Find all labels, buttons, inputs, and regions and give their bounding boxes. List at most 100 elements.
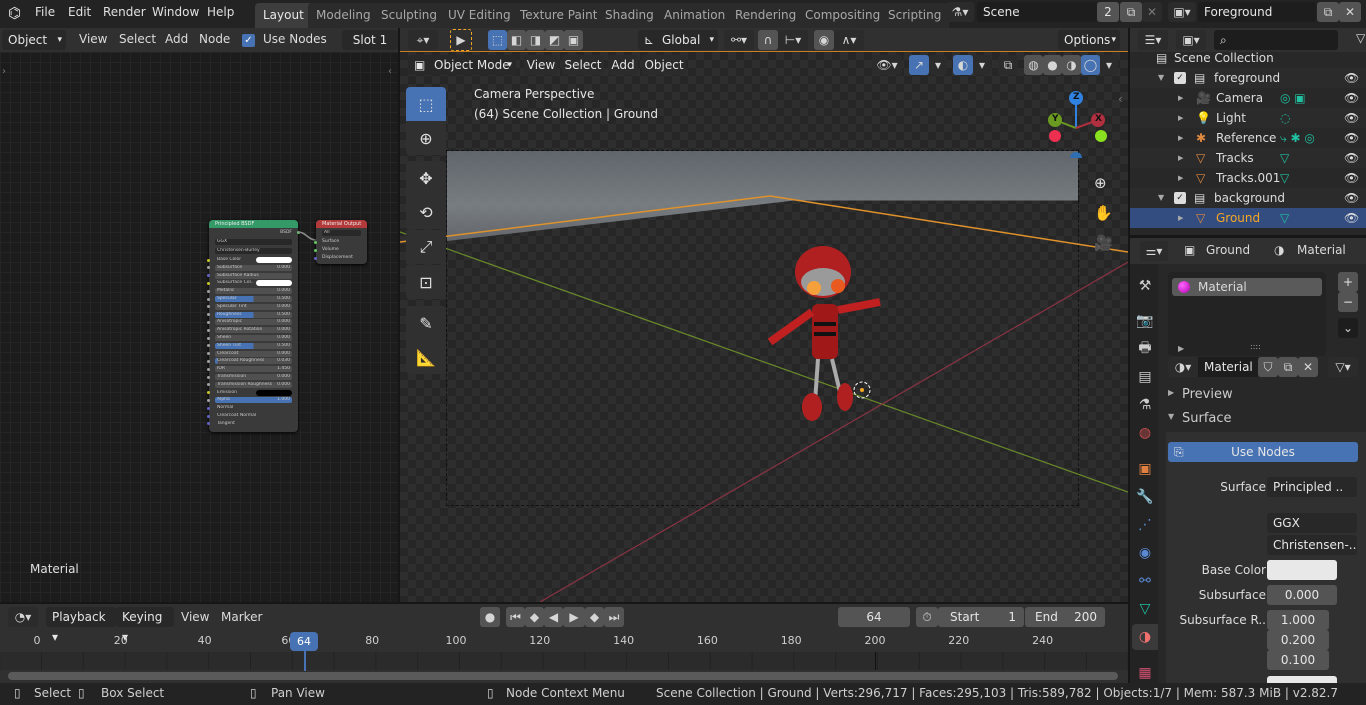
material-slot-list[interactable]: Material ▶ :::: — [1168, 272, 1326, 356]
tool-annotate[interactable]: ✎ — [406, 306, 446, 340]
blender-logo-icon[interactable]: ⌬ — [8, 4, 21, 22]
start-frame-field[interactable]: Start 1 — [938, 607, 1024, 627]
expand-triangle-icon[interactable]: ▶ — [1178, 88, 1183, 108]
node-input-row[interactable]: Anisotropic Rotation 0.000 — [215, 327, 292, 334]
object-data-icon[interactable]: ◎ ▣ — [1280, 88, 1306, 108]
tab-particles-icon[interactable]: ⋰ — [1132, 512, 1158, 538]
node-input-row[interactable]: Roughness 0.500 — [215, 311, 292, 318]
base-color-swatch[interactable] — [1267, 560, 1337, 580]
input-socket[interactable] — [207, 289, 210, 293]
display-mode-icon[interactable]: ☰▾ — [1138, 30, 1168, 50]
playhead-frame-indicator[interactable]: 64 — [290, 632, 318, 651]
eye-visibility-icon[interactable]: 👁 — [1344, 168, 1359, 188]
proportional-falloff-icon[interactable]: ∧▾ — [834, 30, 864, 50]
object-data-icon[interactable]: ▽ — [1280, 208, 1289, 228]
camera-view-icon[interactable]: 🎥 — [1094, 234, 1113, 252]
view-layer-field[interactable]: Foreground — [1198, 2, 1316, 22]
tab-rendering[interactable]: Rendering — [727, 3, 805, 28]
node-menu-add[interactable]: Add — [165, 32, 188, 46]
record-button-icon[interactable]: ● — [480, 607, 500, 627]
xray-toggle-icon[interactable]: ⧉ — [998, 55, 1018, 75]
next-keyframe-icon[interactable]: ◆ — [585, 607, 604, 627]
input-socket[interactable] — [207, 352, 210, 356]
menu-window[interactable]: Window — [152, 5, 199, 19]
scene-selector-icon[interactable]: ⚗▾ — [946, 2, 974, 22]
editor-type-icon[interactable]: ⚌▾ — [1140, 241, 1168, 261]
select-mode-invert-icon[interactable]: ◩ — [545, 30, 564, 50]
duplicate-view-layer-icon[interactable]: ⧉ — [1317, 2, 1339, 22]
filter-icon[interactable]: ▽ — [1356, 31, 1365, 45]
outliner-item-light[interactable]: ▶ 💡 Light ◌ 👁 — [1130, 108, 1366, 128]
node-input-row[interactable]: Specular 0.500 — [215, 296, 292, 302]
node-input-row[interactable]: Subsurface 0.000 — [215, 264, 292, 271]
object-data-icon[interactable]: ▽ — [1280, 168, 1289, 188]
tab-modeling[interactable]: Modeling — [308, 3, 379, 28]
sidebar-expand-icon[interactable]: ‹ — [1118, 92, 1123, 106]
tool-move[interactable]: ✥ — [406, 161, 446, 195]
duplicate-material-icon[interactable]: ⧉ — [1278, 357, 1298, 377]
surface-socket[interactable] — [314, 241, 317, 244]
eye-visibility-icon[interactable]: 👁 — [1344, 68, 1359, 88]
scene-name-field[interactable]: Scene — [977, 2, 1097, 22]
menu-file[interactable]: File — [35, 5, 55, 19]
node-menu-node[interactable]: Node — [199, 32, 230, 46]
input-socket[interactable] — [207, 281, 210, 285]
tab-constraints-icon[interactable]: ⚯ — [1132, 568, 1158, 594]
subsurface-method-dropdown[interactable]: Christensen-Burley — [215, 248, 292, 254]
outliner-item-reference[interactable]: ▶ ✱ Reference ⤷ ✱ ◎ 👁 — [1130, 128, 1366, 148]
node-input-row[interactable]: Sheen Tint 0.500 — [215, 342, 292, 349]
select-mode-new-icon[interactable]: ⬚ — [488, 30, 507, 50]
snap-target-icon[interactable]: ⊢▾ — [778, 30, 808, 50]
expand-triangle-icon[interactable]: ▶ — [1178, 168, 1183, 188]
outliner-item-tracks[interactable]: ▶ ▽ Tracks ▽ 👁 — [1130, 148, 1366, 168]
input-socket[interactable] — [207, 336, 210, 340]
node-input-row[interactable]: Specular Tint 0.000 — [215, 303, 292, 310]
timeline-menu-marker[interactable]: Marker — [221, 610, 262, 624]
input-socket[interactable] — [207, 383, 210, 387]
distribution-dropdown[interactable]: GGX — [1267, 513, 1357, 533]
outliner-item-camera[interactable]: ▶ 🎥 Camera ◎ ▣ 👁 — [1130, 88, 1366, 108]
node-input-row[interactable]: Subsurface Col.. — [215, 280, 292, 287]
exclude-checkbox[interactable]: ✓ — [1174, 72, 1186, 84]
outliner-item-background[interactable]: ▼ ✓ ▤ background 👁 — [1130, 188, 1366, 208]
output-target-dropdown[interactable]: All — [322, 230, 361, 236]
tab-mesh-data-icon[interactable]: ▽ — [1132, 596, 1158, 622]
input-color-swatch[interactable] — [256, 280, 292, 287]
sidebar-expand-icon[interactable]: ‹ — [388, 66, 392, 77]
duplicate-scene-icon[interactable]: ⧉ — [1120, 2, 1142, 22]
select-tool-icon[interactable]: ▶ — [450, 29, 472, 51]
input-color-swatch[interactable] — [256, 257, 292, 263]
select-mode-subtract-icon[interactable]: ◨ — [526, 30, 545, 50]
input-socket[interactable] — [207, 320, 210, 324]
node-input-row[interactable]: Clearcoat Roughness 0.030 — [215, 358, 292, 365]
principled-bsdf-node[interactable]: Principled BSDF BSDF GGX Christensen-Bur… — [207, 220, 300, 432]
input-socket[interactable] — [207, 406, 210, 410]
tab-view-layer-icon[interactable]: ▤ — [1132, 364, 1158, 390]
panel-surface[interactable]: ▼ Surface — [1166, 410, 1362, 430]
remove-slot-button[interactable]: − — [1338, 292, 1358, 312]
shading-wireframe-icon[interactable]: ◍ — [1024, 55, 1043, 75]
zoom-view-icon[interactable]: ⊕ — [1094, 174, 1107, 192]
tool-transform[interactable]: ⊡ — [406, 265, 446, 299]
node-input-row[interactable]: Normal — [215, 405, 292, 411]
proportional-edit-icon[interactable]: ◉ — [814, 30, 834, 50]
outliner-item-foreground[interactable]: ▼ ✓ ▤ foreground 👁 — [1130, 68, 1366, 88]
tab-texture-paint[interactable]: Texture Paint — [512, 3, 606, 28]
jump-end-icon[interactable]: ⏭ — [604, 607, 624, 627]
pivot-point-icon[interactable]: ⚯▾ — [724, 30, 754, 50]
playback-menu[interactable]: Playback ▾ — [46, 607, 116, 644]
surface-shader-field[interactable]: Principled .. — [1267, 477, 1357, 497]
node-input-row[interactable]: Emission — [215, 389, 292, 396]
unlink-material-icon[interactable]: ✕ — [1298, 357, 1318, 377]
object-data-icon[interactable]: ◌ — [1280, 108, 1290, 128]
eye-visibility-icon[interactable]: 👁 — [1344, 108, 1359, 128]
slot-dropdown[interactable]: Slot 1 — [342, 30, 398, 50]
material-output-node[interactable]: Material Output All Surface Volume Displ… — [314, 220, 367, 264]
mode-dropdown[interactable]: ▣ Object Mode ▾ — [408, 55, 516, 75]
tab-tool-icon[interactable]: ⚒ — [1132, 273, 1158, 299]
playhead-line[interactable] — [304, 651, 306, 671]
eye-visibility-icon[interactable]: 👁 — [1344, 188, 1359, 208]
input-socket[interactable] — [207, 297, 210, 301]
tab-material-icon[interactable]: ◑ — [1132, 624, 1158, 650]
subsurface-method-dropdown[interactable]: Christensen-.. — [1267, 535, 1357, 555]
